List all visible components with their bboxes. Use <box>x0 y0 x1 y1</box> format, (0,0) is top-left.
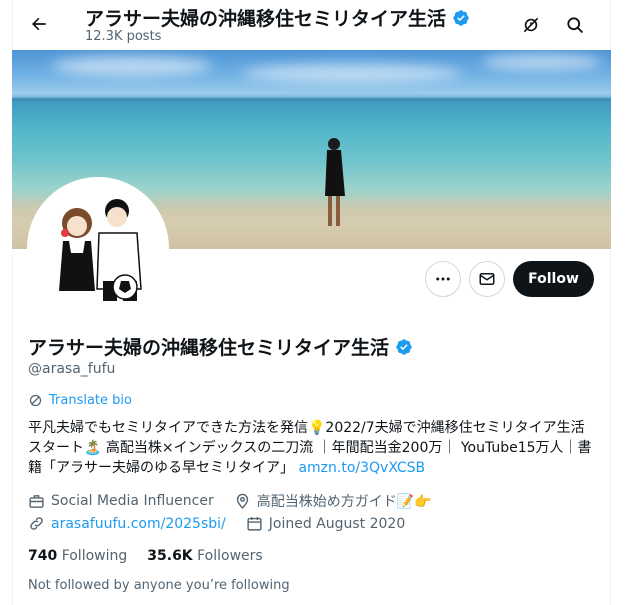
profile-meta-row-2: arasafuufu.com/2025sbi/ Joined August 20… <box>28 515 405 532</box>
mail-icon <box>479 273 495 285</box>
verified-badge-icon[interactable] <box>452 9 470 27</box>
following-count: 740 <box>28 548 58 564</box>
profile-bio: 平凡夫婦でもセミリタイアできた方法を発信💡2022/7夫婦で沖縄移住セミリタイア… <box>28 418 598 478</box>
verified-badge-icon[interactable] <box>395 338 413 356</box>
search-icon[interactable] <box>560 10 590 40</box>
person-photo <box>325 138 345 226</box>
profile-joined: Joined August 2020 <box>268 515 406 532</box>
following-label: Following <box>61 548 128 564</box>
briefcase-icon <box>29 494 44 508</box>
calendar-icon <box>247 517 262 531</box>
header-title-text: アラサー夫婦の沖縄移住セミリタイア生活 <box>85 8 447 30</box>
profile-header: アラサー夫婦の沖縄移住セミリタイア生活 12.3K posts <box>0 0 626 50</box>
location-icon <box>236 493 248 509</box>
followers-count: 35.6K <box>147 548 193 564</box>
message-button[interactable] <box>469 261 505 297</box>
profile-handle: @arasa_fufu <box>28 361 116 377</box>
followers-label: Followers <box>197 548 263 564</box>
following-link[interactable]: 740 Following <box>28 548 127 564</box>
translate-bio-label: Translate bio <box>49 393 132 408</box>
no-notification-icon[interactable] <box>516 10 546 40</box>
header-title: アラサー夫婦の沖縄移住セミリタイア生活 <box>85 4 470 31</box>
bio-link[interactable]: amzn.to/3QvXCSB <box>298 460 425 476</box>
follow-button[interactable]: Follow <box>513 261 594 297</box>
followers-link[interactable]: 35.6K Followers <box>147 548 262 564</box>
back-arrow-icon[interactable] <box>24 9 54 39</box>
profile-name-text: アラサー夫婦の沖縄移住セミリタイア生活 <box>28 337 390 359</box>
profile-meta-row-1: Social Media Influencer 高配当株始め方ガイド📝👉 <box>28 491 432 511</box>
more-icon <box>436 277 450 281</box>
posts-count: 12.3K posts <box>85 29 162 44</box>
profile-website[interactable]: arasafuufu.com/2025sbi/ <box>51 516 226 532</box>
profile-category: Social Media Influencer <box>51 493 214 509</box>
translate-icon <box>29 394 42 407</box>
link-icon <box>30 517 43 530</box>
profile-stats: 740 Following 35.6K Followers <box>28 548 263 564</box>
avatar[interactable] <box>27 177 169 319</box>
more-button[interactable] <box>425 261 461 297</box>
not-followed-note: Not followed by anyone you’re following <box>28 578 290 593</box>
translate-bio-link[interactable]: Translate bio <box>28 393 132 408</box>
profile-name: アラサー夫婦の沖縄移住セミリタイア生活 <box>28 333 413 360</box>
profile-location: 高配当株始め方ガイド📝👉 <box>256 494 432 510</box>
